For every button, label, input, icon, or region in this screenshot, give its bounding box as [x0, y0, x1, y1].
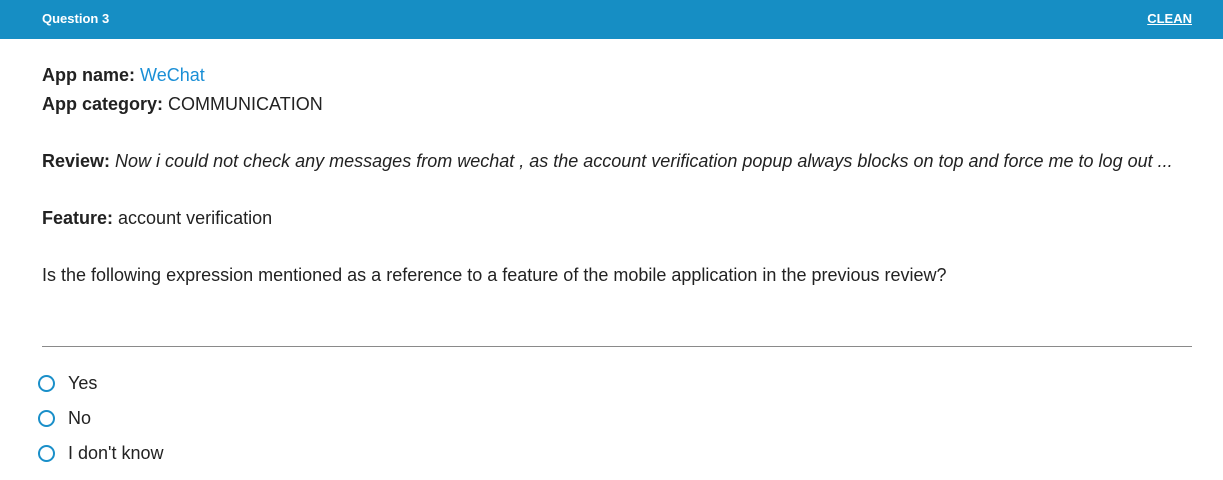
- review-row: Review: Now i could not check any messag…: [42, 147, 1194, 176]
- app-name-label: App name:: [42, 65, 136, 85]
- option-label: I don't know: [68, 443, 164, 463]
- feature-text: account verification: [118, 208, 273, 228]
- option-yes[interactable]: Yes: [38, 366, 164, 401]
- question-body: App name: WeChat App category: COMMUNICA…: [42, 61, 1194, 290]
- feature-label: Feature:: [42, 208, 114, 228]
- option-no[interactable]: No: [38, 401, 164, 436]
- radio-button-icon[interactable]: [38, 410, 55, 427]
- review-label: Review:: [42, 151, 111, 171]
- app-category-label: App category:: [42, 94, 164, 114]
- clean-button[interactable]: CLEAN: [1147, 11, 1192, 26]
- question-text: Is the following expression mentioned as…: [42, 265, 947, 285]
- radio-button-icon[interactable]: [38, 375, 55, 392]
- option-dont-know[interactable]: I don't know: [38, 436, 164, 471]
- radio-button-icon[interactable]: [38, 445, 55, 462]
- review-text: Now i could not check any messages from …: [115, 151, 1173, 171]
- answer-options: Yes No I don't know: [38, 366, 164, 471]
- question-title: Question 3: [42, 11, 110, 26]
- feature-row: Feature: account verification: [42, 204, 1194, 233]
- app-category-value: COMMUNICATION: [168, 94, 323, 114]
- divider: [42, 346, 1192, 347]
- option-label: Yes: [68, 373, 98, 393]
- option-label: No: [68, 408, 92, 428]
- app-name-link[interactable]: WeChat: [140, 65, 205, 85]
- question-header: Question 3 CLEAN: [0, 0, 1223, 39]
- app-name-row: App name: WeChat: [42, 61, 1194, 90]
- app-category-row: App category: COMMUNICATION: [42, 90, 1194, 119]
